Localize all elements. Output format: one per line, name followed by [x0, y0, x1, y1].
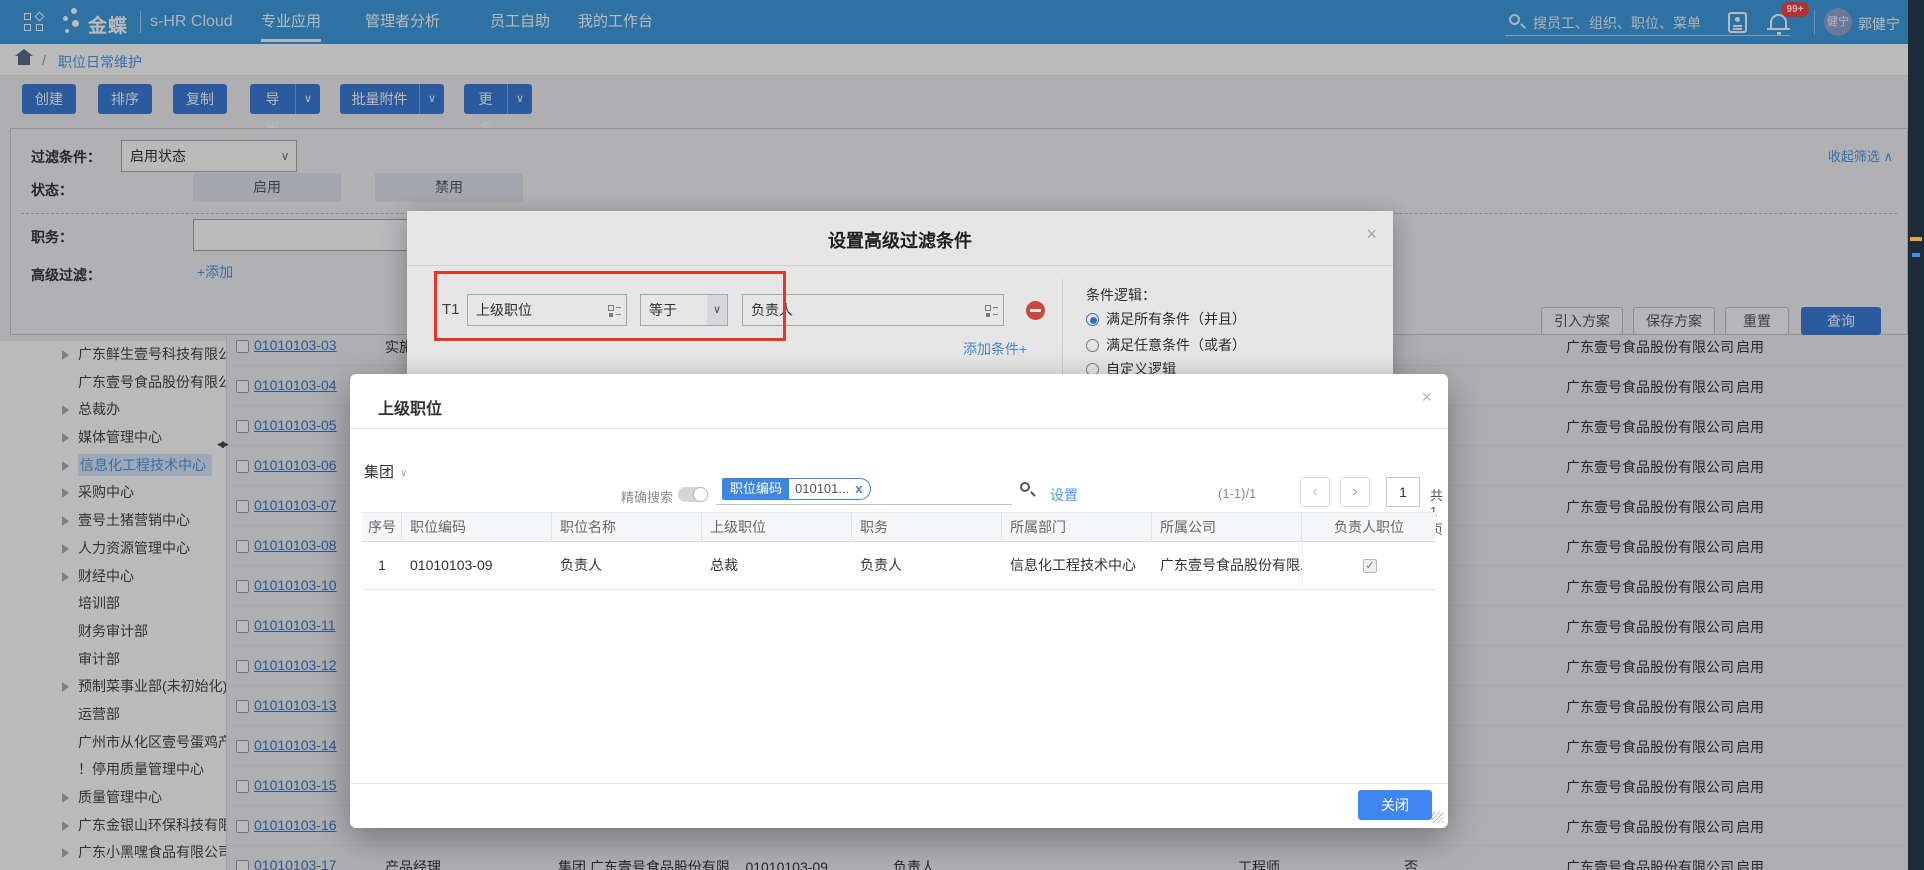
precise-search-toggle[interactable]: [678, 487, 708, 502]
lookup-table-row[interactable]: 1 01010103-09 负责人 总裁 负责人 信息化工程技术中心 广东壹号食…: [362, 542, 1436, 590]
column-header[interactable]: 职位编码: [402, 513, 552, 541]
dialog-title: 上级职位: [378, 395, 442, 419]
company-cell: 广东壹号食品股份有限...: [1152, 542, 1302, 589]
column-header[interactable]: 所属公司: [1152, 513, 1302, 541]
dialog-footer-divider: [350, 783, 1448, 784]
column-header[interactable]: 上级职位: [702, 513, 852, 541]
name-cell: 负责人: [552, 542, 702, 589]
scrollbar-marker-orange: [1910, 237, 1922, 241]
page-number-input[interactable]: 1: [1386, 477, 1420, 507]
lookup-table-header: 序号职位编码职位名称上级职位职务所属部门所属公司负责人职位: [362, 512, 1436, 542]
column-header[interactable]: 职务: [852, 513, 1002, 541]
org-scope-select[interactable]: 集团 ∨: [364, 461, 407, 482]
lookup-table: 序号职位编码职位名称上级职位职务所属部门所属公司负责人职位 1 01010103…: [362, 512, 1436, 590]
precise-search-label: 精确搜索: [621, 487, 673, 506]
close-dialog-button[interactable]: 关闭: [1358, 790, 1432, 820]
org-scope-value: 集团: [364, 464, 394, 481]
resize-handle[interactable]: [1432, 812, 1443, 823]
parent-position-dialog: 上级职位 × 集团 ∨ 精确搜索 职位编码 010101... x 设置 (1-1…: [350, 374, 1448, 828]
seq-cell: 1: [362, 542, 402, 589]
parent-cell: 总裁: [702, 542, 852, 589]
tag-field-name: 职位编码: [723, 479, 789, 499]
dialog-divider: [350, 428, 1448, 429]
prev-page-button[interactable]: ‹: [1300, 477, 1330, 507]
column-header[interactable]: 职位名称: [552, 513, 702, 541]
column-header[interactable]: 负责人职位: [1302, 513, 1436, 541]
close-icon[interactable]: ×: [1421, 388, 1432, 406]
column-header[interactable]: 序号: [362, 513, 402, 541]
leader-checkbox-checked[interactable]: ✓: [1363, 559, 1377, 573]
application-window: 金蝶 s-HR Cloud 专业应用 管理者分析 员工自助 我的工作台 搜员工、…: [0, 0, 1924, 870]
browser-scrollbar-strip[interactable]: [1908, 0, 1924, 870]
annotation-highlight-box: [434, 271, 786, 341]
tag-remove-icon[interactable]: x: [855, 479, 870, 499]
search-filter-tag: 职位编码 010101... x: [722, 478, 871, 500]
next-page-button[interactable]: ›: [1340, 477, 1370, 507]
pagination-range: (1-1)/1: [1218, 486, 1256, 501]
column-header[interactable]: 所属部门: [1002, 513, 1152, 541]
duty-cell: 负责人: [852, 542, 1002, 589]
settings-link[interactable]: 设置: [1050, 485, 1078, 505]
dept-cell: 信息化工程技术中心: [1002, 542, 1152, 589]
leader-cell: ✓: [1302, 542, 1436, 589]
chevron-down-icon: ∨: [400, 468, 407, 479]
code-cell: 01010103-09: [402, 542, 552, 589]
search-icon[interactable]: [1020, 482, 1030, 492]
tag-value: 010101...: [789, 479, 855, 499]
scrollbar-marker-blue: [1912, 253, 1920, 257]
